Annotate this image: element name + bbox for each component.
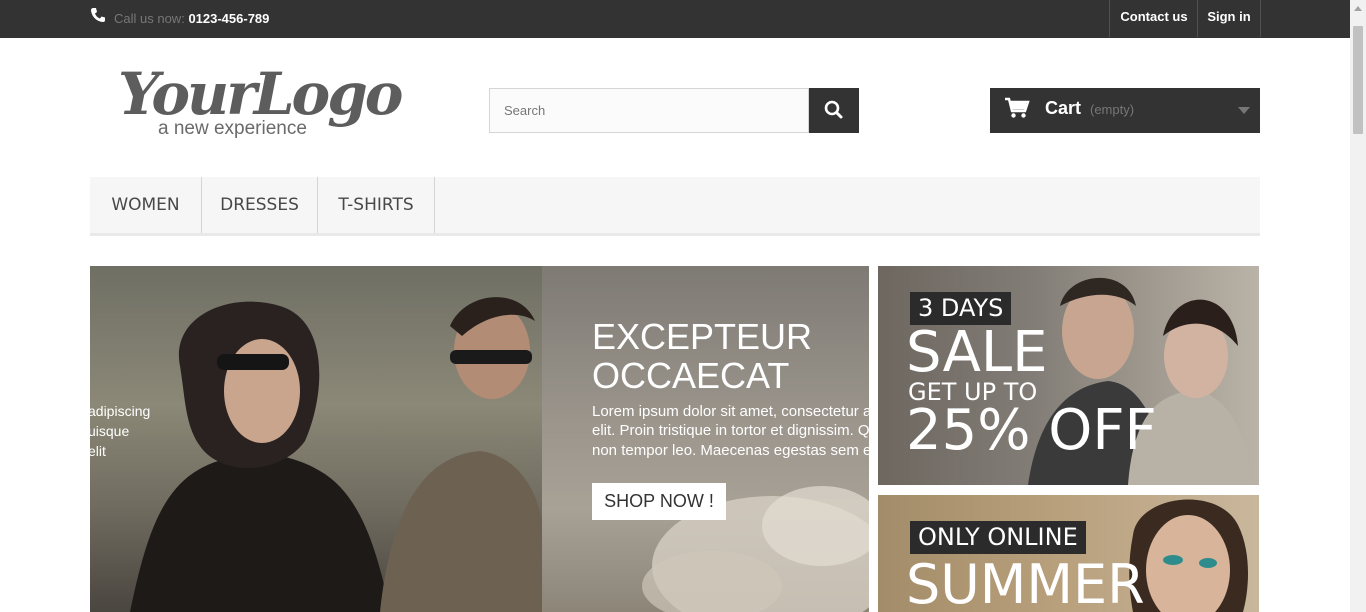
- store-logo[interactable]: YourLogo a new experience: [112, 58, 403, 148]
- call-us-label: Call us now:: [114, 11, 185, 26]
- scroll-up-arrow-icon[interactable]: [1354, 6, 1362, 11]
- cart-icon: [1005, 97, 1030, 118]
- menu-item-dresses[interactable]: DRESSES: [202, 177, 318, 233]
- call-us-text: Call us now: 0123-456-789: [114, 11, 269, 26]
- logo-tagline: a new experience: [158, 118, 307, 139]
- phone-icon: [91, 8, 105, 22]
- slide-text-line-3: non tempor leo. Maecenas egestas sem e: [592, 442, 869, 459]
- phone-number: 0123-456-789: [188, 11, 270, 26]
- cart-button[interactable]: Cart (empty): [990, 88, 1260, 133]
- banner-sale-title: SALE: [906, 320, 1048, 385]
- search-button[interactable]: [809, 88, 859, 133]
- prev-slide-text-2: uisque: [90, 423, 130, 439]
- prev-slide-text-1: adipiscing: [90, 403, 151, 419]
- search-icon: [824, 100, 843, 119]
- chevron-down-icon: [1238, 107, 1250, 114]
- search-input[interactable]: Search: [489, 88, 809, 133]
- page-scrollbar[interactable]: [1350, 0, 1366, 612]
- banner-tag-online: ONLY ONLINE: [910, 521, 1086, 554]
- sign-in-link[interactable]: Sign in: [1197, 0, 1261, 37]
- slide-current: EXCEPTEUR OCCAECAT Lorem ipsum dolor sit…: [542, 266, 869, 612]
- slide-text-line-2: elit. Proin tristique in tortor et digni…: [592, 422, 869, 439]
- main-menu: WOMEN DRESSES T-SHIRTS: [90, 177, 1260, 236]
- shop-now-button[interactable]: SHOP NOW !: [592, 483, 726, 520]
- cart-status: (empty): [1090, 102, 1135, 117]
- cart-label: Cart: [1045, 98, 1082, 118]
- slide-title-line-2: OCCAECAT: [592, 355, 790, 396]
- slide-image-couple: adipiscing uisque elit: [90, 266, 542, 612]
- top-bar: Call us now: 0123-456-789 Contact us Sig…: [0, 0, 1350, 38]
- banner-sale-offer: 25% OFF: [906, 398, 1157, 463]
- homepage-slider[interactable]: adipiscing uisque elit EXCEPTEUR OCCAECA…: [90, 266, 869, 612]
- scrollbar-thumb[interactable]: [1353, 26, 1363, 134]
- prev-slide-text-3: elit: [90, 443, 106, 459]
- summer-banner[interactable]: ONLY ONLINE SUMMER: [878, 495, 1259, 612]
- menu-item-t-shirts[interactable]: T-SHIRTS: [318, 177, 435, 233]
- contact-us-link[interactable]: Contact us: [1109, 0, 1198, 37]
- slide-text-line-1: Lorem ipsum dolor sit amet, consectetur …: [592, 403, 869, 420]
- slide-photo-left: [130, 297, 542, 612]
- sale-banner[interactable]: 3 DAYS SALE GET UP TO 25% OFF: [878, 266, 1259, 485]
- menu-item-women[interactable]: WOMEN: [90, 177, 202, 233]
- search-placeholder: Search: [504, 103, 546, 118]
- slide-title-line-1: EXCEPTEUR: [592, 316, 813, 357]
- banner-summer-title: SUMMER: [906, 553, 1145, 612]
